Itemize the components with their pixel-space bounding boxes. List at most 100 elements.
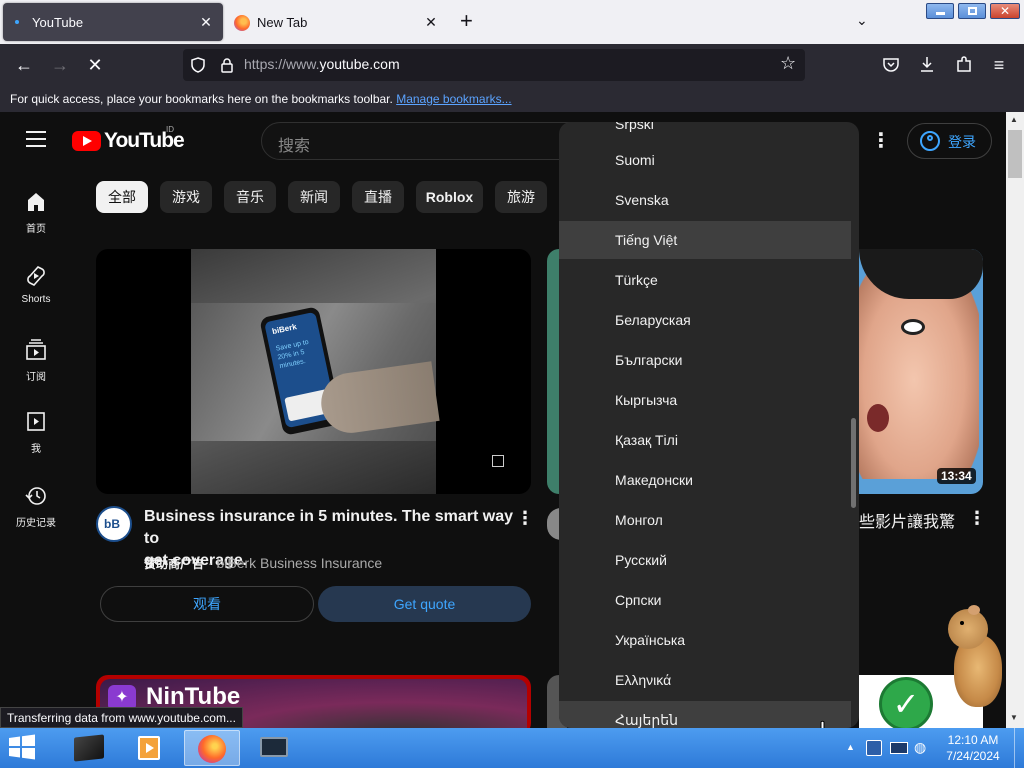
tray-app-icon[interactable]	[866, 740, 882, 756]
language-option[interactable]: Suomi	[559, 141, 851, 179]
video-title-partial[interactable]: 些影片讓我驚	[859, 508, 955, 532]
tab-label: YouTube	[32, 15, 84, 30]
language-option-hovered[interactable]: Tiếng Việt	[559, 221, 851, 259]
language-option[interactable]: Srpski	[559, 122, 851, 143]
account-icon	[920, 131, 940, 151]
clock-time: 12:10 AM	[947, 733, 999, 747]
language-option[interactable]: Српски	[559, 581, 851, 619]
show-desktop-button[interactable]	[1014, 728, 1024, 768]
chip-music[interactable]: 音乐	[224, 181, 276, 213]
scrollbar-thumb[interactable]	[1008, 130, 1022, 178]
close-tab-icon[interactable]: ✕	[197, 13, 215, 31]
close-window-button[interactable]: ✕	[990, 3, 1020, 19]
close-tab-icon[interactable]: ✕	[422, 13, 440, 31]
url-text[interactable]: https://www.youtube.com	[244, 56, 400, 72]
taskbar-remote-app[interactable]	[246, 730, 302, 766]
ad-thumbnail[interactable]: biBerk Save up to 20% in 5 minutes.	[96, 249, 531, 494]
bookmarks-hint: For quick access, place your bookmarks h…	[10, 92, 393, 106]
advertiser-avatar[interactable]: bB	[96, 506, 132, 542]
sign-in-button[interactable]: 登录	[907, 123, 992, 159]
bookmark-star-icon[interactable]: ☆	[780, 53, 796, 74]
language-option[interactable]: Հայերեն	[559, 701, 851, 728]
sponsored-label: 赞助商广告	[144, 557, 205, 571]
search-box[interactable]: 搜索	[261, 122, 581, 160]
more-options-icon[interactable]: ⋮	[871, 128, 891, 153]
tracking-protection-shield-icon[interactable]	[190, 57, 206, 73]
stop-loading-icon[interactable]: ✕	[83, 53, 107, 77]
pocket-icon[interactable]	[882, 56, 900, 74]
clock[interactable]: 12:10 AM 7/24/2024	[940, 732, 1006, 764]
downloads-icon[interactable]	[918, 55, 936, 73]
video-more-options-icon[interactable]: ⋮	[968, 508, 986, 529]
duration-badge: 13:34	[937, 468, 976, 484]
network-icon[interactable]: ◍	[914, 739, 930, 757]
advertiser-name[interactable]: biBerk Business Insurance	[216, 555, 382, 571]
menu-scrollbar-thumb[interactable]	[851, 418, 856, 508]
language-option[interactable]: Български	[559, 341, 851, 379]
tab-youtube[interactable]: YouTube ✕	[3, 3, 223, 41]
sidebar-item-home[interactable]: 首页	[0, 190, 72, 235]
scroll-up-icon[interactable]: ▲	[1010, 115, 1018, 124]
chip-travel[interactable]: 旅游	[495, 181, 547, 213]
lock-icon[interactable]	[219, 57, 235, 73]
chip-news[interactable]: 新闻	[288, 181, 340, 213]
sidebar-item-history[interactable]: 历史记录	[0, 484, 72, 529]
chip-all[interactable]: 全部	[96, 181, 148, 213]
language-option[interactable]: Svenska	[559, 181, 851, 219]
external-link-icon[interactable]	[492, 455, 504, 467]
taskbar-terminal-app[interactable]	[62, 730, 118, 766]
sidebar-item-you[interactable]: 我	[0, 410, 72, 455]
watch-button[interactable]: 观看	[100, 586, 314, 622]
language-option[interactable]: Türkçe	[559, 261, 851, 299]
start-button[interactable]	[8, 734, 40, 762]
language-option[interactable]: Қазақ Тілі	[559, 421, 851, 459]
forward-icon[interactable]: →	[48, 53, 72, 77]
show-hidden-icons[interactable]: ▲	[846, 742, 855, 752]
language-menu: Srpski Suomi Svenska Tiếng Việt Türkçe Б…	[559, 122, 859, 728]
navigation-toolbar: ← → ✕ https://www.youtube.com ☆ ≡	[0, 44, 1024, 86]
minimize-button[interactable]	[926, 3, 954, 19]
language-option[interactable]: Ελληνικά	[559, 661, 851, 699]
restore-button[interactable]	[958, 3, 986, 19]
taskbar-firefox[interactable]	[184, 730, 240, 766]
ad-more-options-icon[interactable]: ⋮	[516, 508, 534, 529]
language-option[interactable]: Українська	[559, 621, 851, 659]
language-option[interactable]: Русский	[559, 541, 851, 579]
page-scrollbar[interactable]: ▲ ▼	[1006, 112, 1024, 728]
back-icon[interactable]: ←	[12, 53, 36, 77]
browser-status-text: Transferring data from www.youtube.com..…	[0, 707, 243, 728]
hamster-sticker-image	[946, 605, 1004, 710]
youtube-play-icon	[72, 131, 101, 151]
scroll-down-icon[interactable]: ▼	[1010, 713, 1018, 722]
terminal-icon	[74, 734, 104, 762]
language-option[interactable]: Македонски	[559, 461, 851, 499]
tab-new-tab[interactable]: New Tab ✕	[224, 3, 448, 41]
manage-bookmarks-link[interactable]: Manage bookmarks...	[396, 92, 511, 106]
youtube-logo[interactable]: YouTube ID	[72, 125, 185, 153]
monitor-icon	[260, 737, 288, 757]
clock-date: 7/24/2024	[946, 749, 1000, 763]
language-option[interactable]: Кыргызча	[559, 381, 851, 419]
video-thumbnail-face[interactable]: 13:34	[859, 249, 983, 494]
guide-menu-icon[interactable]	[26, 131, 46, 147]
search-input[interactable]: 搜索	[278, 132, 310, 156]
address-bar[interactable]: https://www.youtube.com ☆	[183, 49, 805, 81]
sidebar-item-subscriptions[interactable]: 订阅	[0, 338, 72, 383]
chip-roblox[interactable]: Roblox	[416, 181, 483, 213]
sidebar-item-shorts[interactable]: Shorts	[0, 264, 72, 305]
subscriptions-icon	[26, 339, 46, 360]
app-menu-icon[interactable]: ≡	[987, 53, 1011, 77]
language-option[interactable]: Беларуская	[559, 301, 851, 339]
get-quote-button[interactable]: Get quote	[318, 586, 531, 622]
tab-label: New Tab	[257, 15, 308, 30]
extensions-icon[interactable]	[955, 55, 973, 73]
youtube-tab-favicon	[15, 20, 19, 24]
new-tab-button[interactable]: +	[460, 10, 473, 32]
taskbar-media-player[interactable]	[122, 730, 178, 766]
chip-gaming[interactable]: 游戏	[160, 181, 212, 213]
keyboard-icon[interactable]	[890, 742, 908, 754]
chip-live[interactable]: 直播	[352, 181, 404, 213]
you-icon	[27, 412, 45, 431]
language-option[interactable]: Монгол	[559, 501, 851, 539]
list-all-tabs-icon[interactable]: ⌄	[856, 12, 868, 29]
